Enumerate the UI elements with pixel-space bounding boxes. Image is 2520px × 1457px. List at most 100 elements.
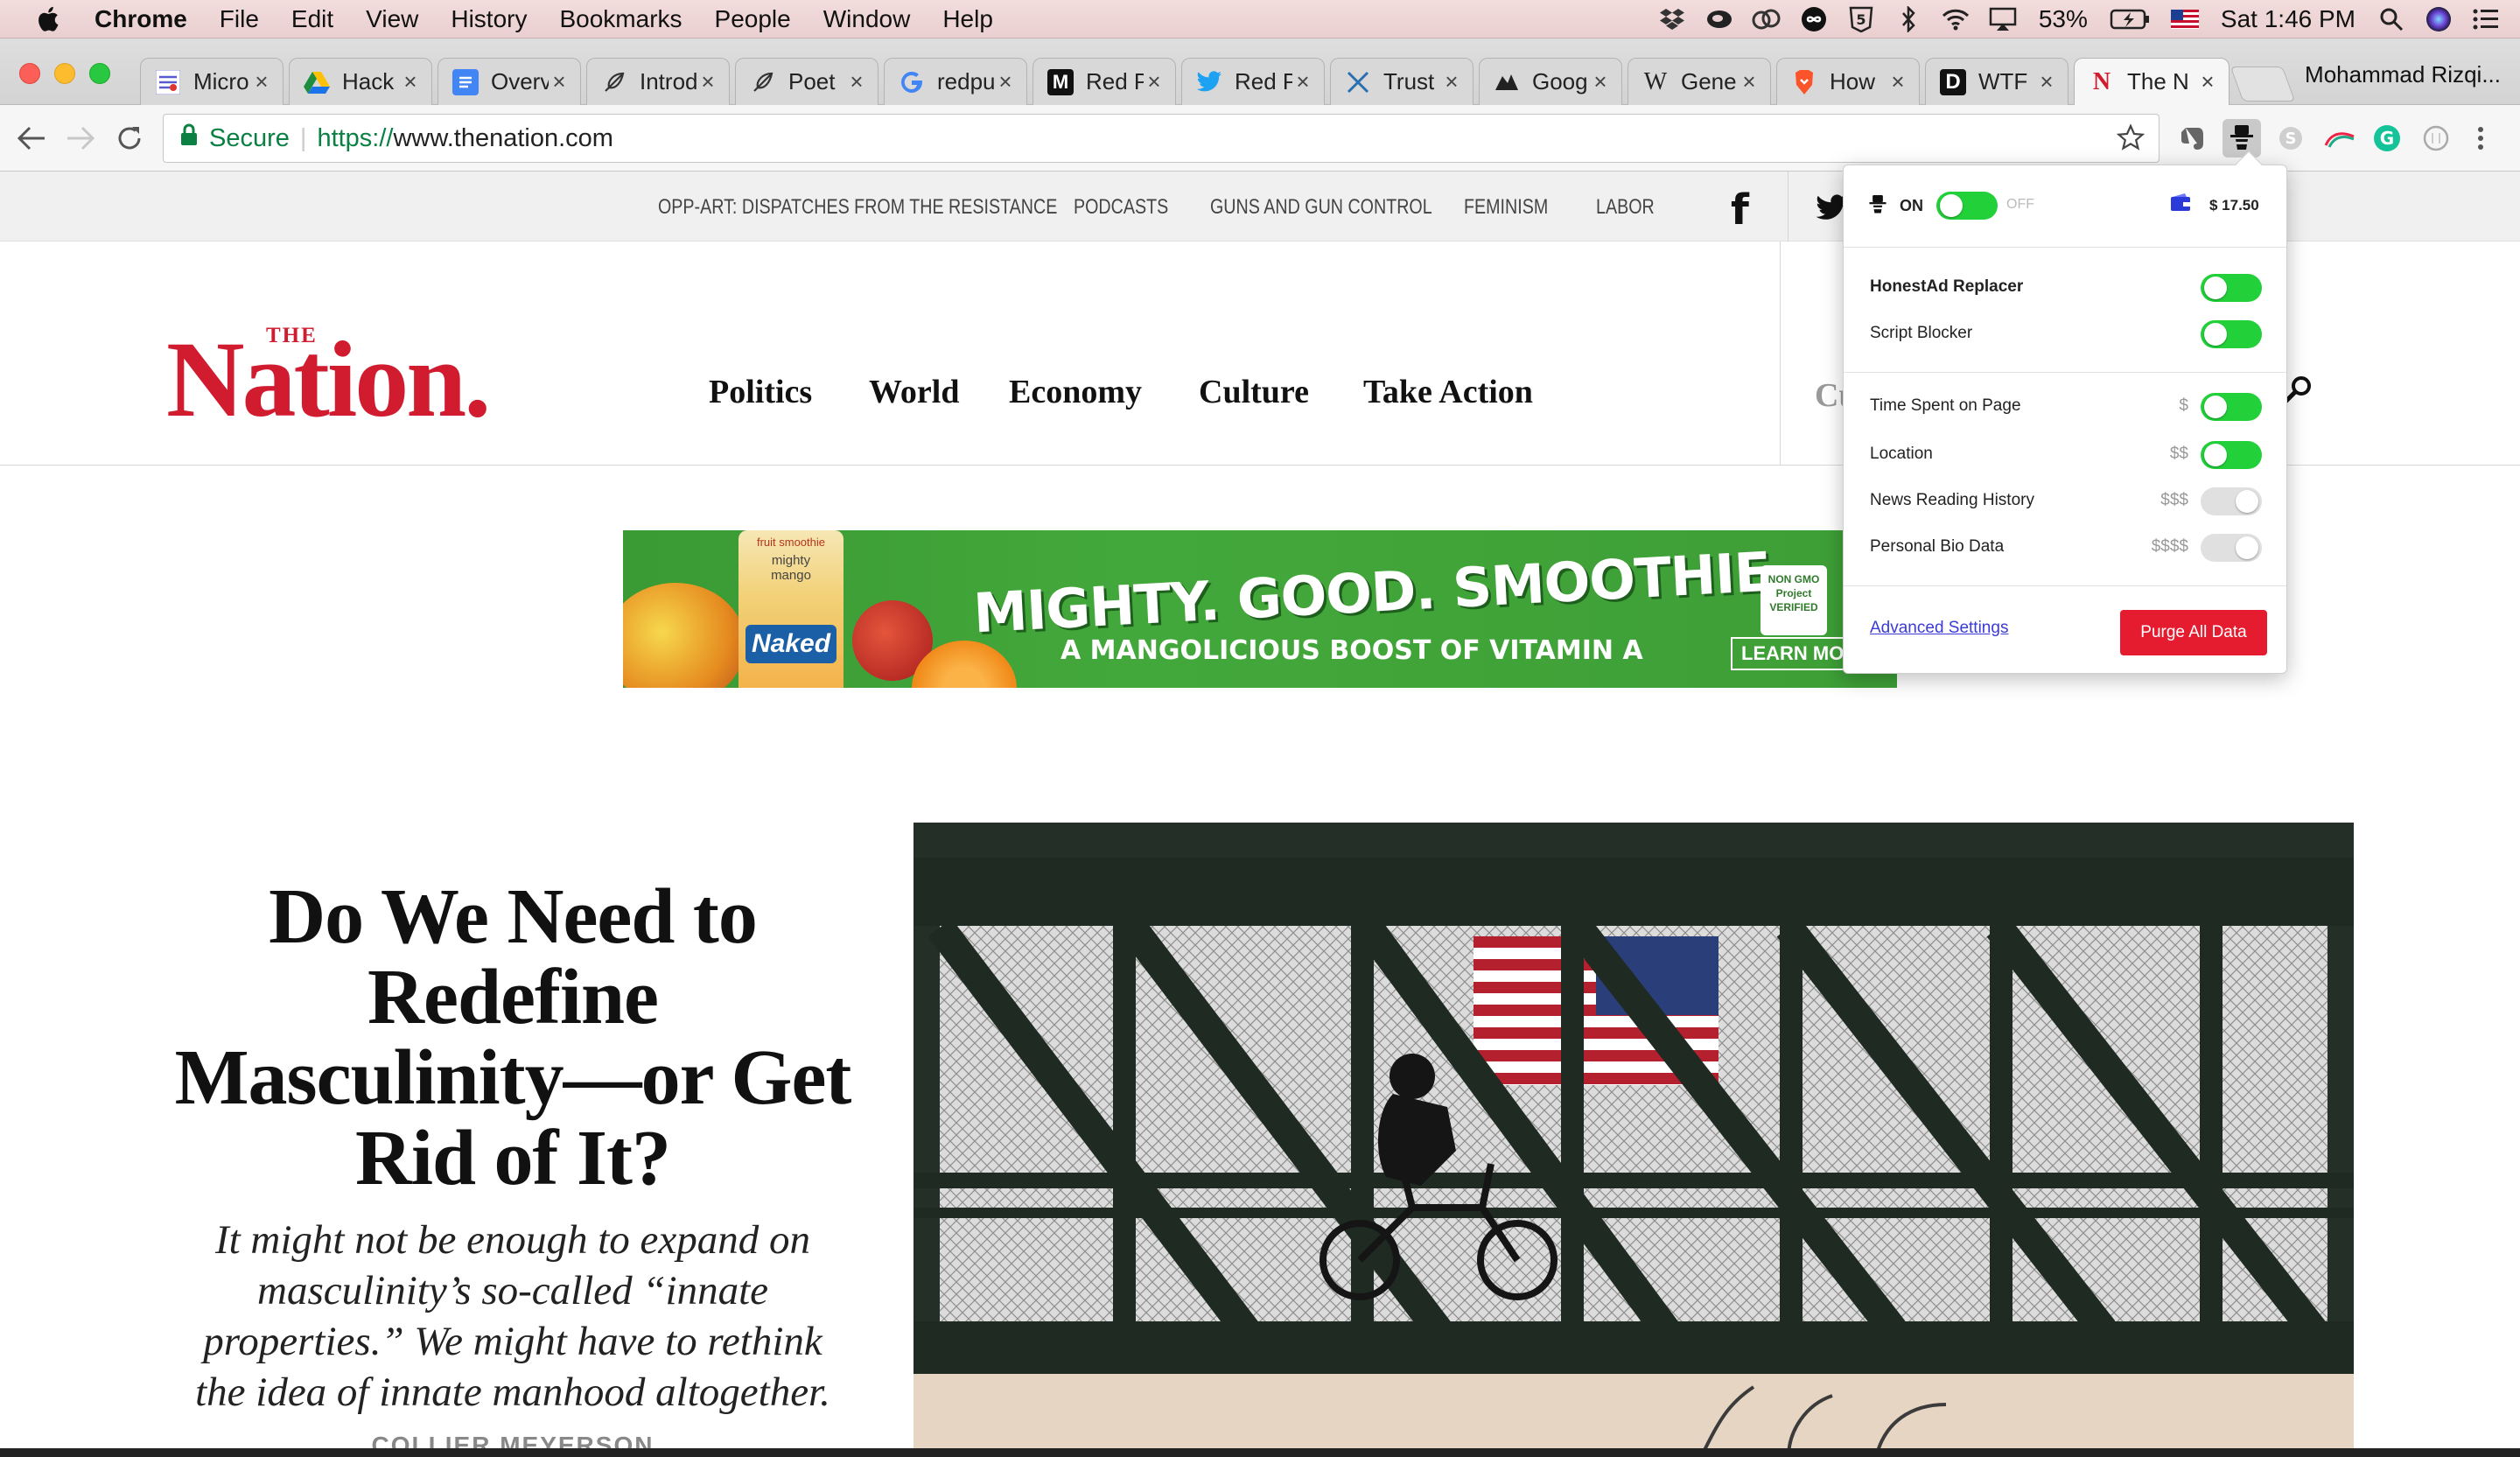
tab-close-icon[interactable]: × <box>2036 68 2057 95</box>
tab-close-icon[interactable]: × <box>1441 68 1462 95</box>
tab-close-icon[interactable]: × <box>2197 68 2218 95</box>
dropbox-icon[interactable] <box>1657 4 1687 34</box>
time-spent-toggle[interactable] <box>2201 393 2262 421</box>
siri-icon[interactable] <box>2424 4 2454 34</box>
menu-view[interactable]: View <box>366 5 418 33</box>
infinity-icon[interactable] <box>1799 4 1829 34</box>
bookmark-star-icon[interactable] <box>2116 123 2146 158</box>
facebook-icon[interactable]: f <box>1731 186 1749 235</box>
location-toggle[interactable] <box>2201 441 2262 469</box>
topnav-guns[interactable]: GUNS AND GUN CONTROL <box>1210 195 1432 220</box>
window-close-button[interactable] <box>19 63 40 84</box>
creative-cloud-icon[interactable] <box>1752 4 1782 34</box>
apple-icon[interactable] <box>33 4 65 35</box>
new-tab-button[interactable] <box>2230 67 2296 102</box>
tab-close-icon[interactable]: × <box>400 68 421 95</box>
tab-close-icon[interactable]: × <box>251 68 272 95</box>
lock-icon[interactable] <box>179 123 199 153</box>
topnav-labor[interactable]: LABOR <box>1596 195 1655 220</box>
news-history-toggle[interactable] <box>2201 487 2262 515</box>
skype-extension-icon[interactable]: S <box>2272 119 2310 158</box>
tab-9[interactable]: Goog × <box>1479 58 1622 105</box>
tab-10[interactable]: W Gene × <box>1628 58 1771 105</box>
tab-6[interactable]: M Red P × <box>1032 58 1176 105</box>
article-headline[interactable]: Do We Need to Redefine Masculinity—or Ge… <box>166 877 859 1199</box>
tab-4[interactable]: Poet × <box>735 58 878 105</box>
wifi-icon[interactable] <box>1941 4 1970 34</box>
the-nation-logo[interactable]: THE Nation. <box>166 324 551 434</box>
advanced-settings-link[interactable]: Advanced Settings <box>1870 619 2008 638</box>
medium-icon: M <box>1047 68 1074 95</box>
address-bar[interactable]: Secure | https:// www.thenation.com <box>163 114 2160 163</box>
tab-11[interactable]: How × <box>1776 58 1920 105</box>
menu-file[interactable]: File <box>220 5 259 33</box>
topnav-feminism[interactable]: FEMINISM <box>1464 195 1548 220</box>
tab-2[interactable]: Overv × <box>438 58 581 105</box>
nav-take-action[interactable]: Take Action <box>1363 373 1533 411</box>
nav-world[interactable]: World <box>869 373 959 411</box>
reload-button[interactable] <box>108 117 150 159</box>
spotlight-search-icon[interactable] <box>2376 4 2406 34</box>
us-flag-icon[interactable] <box>2170 4 2200 34</box>
tab-8[interactable]: Trust × <box>1330 58 1474 105</box>
menu-edit[interactable]: Edit <box>291 5 333 33</box>
window-minimize-button[interactable] <box>54 63 75 84</box>
topnav-podcasts[interactable]: PODCASTS <box>1074 195 1168 220</box>
tab-close-icon[interactable]: × <box>697 68 718 95</box>
menu-help[interactable]: Help <box>942 5 993 33</box>
purge-all-data-button[interactable]: Purge All Data <box>2120 610 2267 655</box>
menubar-clock[interactable]: Sat 1:46 PM <box>2221 5 2356 33</box>
topnav-opp-art[interactable]: OPP-ART: DISPATCHES FROM THE RESISTANCE <box>658 195 1057 220</box>
grammarly-extension-icon[interactable]: G <box>2368 119 2406 158</box>
battery-charging-icon[interactable] <box>2109 4 2152 34</box>
tab-7[interactable]: Red P × <box>1181 58 1325 105</box>
nav-culture[interactable]: Culture <box>1199 373 1309 411</box>
tab-12[interactable]: D WTF × <box>1925 58 2068 105</box>
back-button[interactable] <box>10 117 52 159</box>
menu-bookmarks[interactable]: Bookmarks <box>559 5 682 33</box>
tab-3[interactable]: Introd × <box>586 58 730 105</box>
tab-1[interactable]: Hack × <box>289 58 432 105</box>
tab-5[interactable]: redpu × <box>884 58 1027 105</box>
menu-window[interactable]: Window <box>823 5 911 33</box>
script-blocker-toggle[interactable] <box>2201 320 2262 348</box>
secure-label[interactable]: Secure <box>209 124 290 153</box>
tab-close-icon[interactable]: × <box>549 68 570 95</box>
bluetooth-icon[interactable] <box>1894 4 1923 34</box>
tab-close-icon[interactable]: × <box>1590 68 1611 95</box>
nav-politics[interactable]: Politics <box>709 373 812 411</box>
menu-app-name[interactable]: Chrome <box>94 5 187 33</box>
circle-extension-icon[interactable] <box>2417 119 2455 158</box>
profile-name[interactable]: Mohammad Rizqi... <box>2305 61 2501 88</box>
battery-percent[interactable]: 53% <box>2039 5 2088 33</box>
notification-center-icon[interactable] <box>2471 4 2501 34</box>
shield-five-icon[interactable]: 5 <box>1846 4 1876 34</box>
chrome-menu-icon[interactable] <box>2468 119 2494 158</box>
tab-close-icon[interactable]: × <box>1887 68 1908 95</box>
nav-economy[interactable]: Economy <box>1009 373 1142 411</box>
menu-people[interactable]: People <box>715 5 791 33</box>
personal-bio-toggle[interactable] <box>2201 534 2262 562</box>
menu-history[interactable]: History <box>451 5 527 33</box>
url-host: www.thenation.com <box>393 123 613 152</box>
banner-ad[interactable]: fruit smoothie mighty mango Naked MIGHTY… <box>623 530 1897 688</box>
forward-button[interactable] <box>60 117 102 159</box>
power-toggle[interactable] <box>1936 192 1998 220</box>
tab-title: WTF <box>1978 68 2028 95</box>
hero-image[interactable] <box>914 823 2354 1457</box>
airplay-icon[interactable] <box>1988 4 2018 34</box>
honestad-extension-icon[interactable] <box>2222 119 2261 158</box>
tab-title: Poet <box>788 68 836 95</box>
tab-close-icon[interactable]: × <box>1292 68 1313 95</box>
evernote-extension-icon[interactable] <box>2174 119 2212 158</box>
tab-close-icon[interactable]: × <box>1144 68 1165 95</box>
tab-close-icon[interactable]: × <box>846 68 867 95</box>
tab-13-active[interactable]: N The N × <box>2074 58 2230 105</box>
rainbow-extension-icon[interactable] <box>2320 119 2359 158</box>
honestad-replacer-toggle[interactable] <box>2201 274 2262 302</box>
tab-0[interactable]: Micro × <box>140 58 284 105</box>
window-zoom-button[interactable] <box>89 63 110 84</box>
tab-close-icon[interactable]: × <box>995 68 1016 95</box>
tab-close-icon[interactable]: × <box>1739 68 1760 95</box>
spiral-icon[interactable] <box>1704 4 1734 34</box>
